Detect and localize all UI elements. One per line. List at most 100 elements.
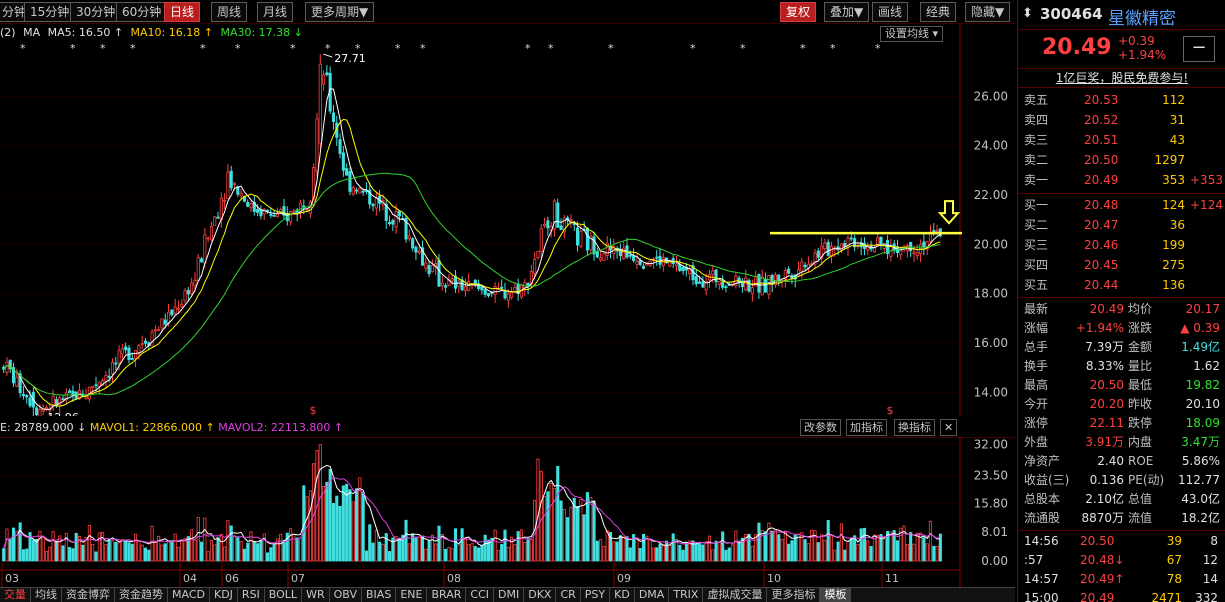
add-indicator-button[interactable]: 加指标 (846, 419, 887, 436)
candle-body (21, 393, 25, 397)
overlay-button[interactable]: 叠加▼ (824, 2, 870, 22)
indicator-tab[interactable]: 均线 (31, 588, 62, 602)
volume-bar (427, 540, 431, 562)
volume-bar (143, 547, 148, 562)
candle-body (879, 236, 883, 246)
quote-stat-cell: +1.94% (1075, 321, 1124, 335)
indicator-tab[interactable]: BOLL (265, 588, 303, 602)
order-book-row[interactable]: 买五 20.44 136 (1018, 276, 1225, 295)
volume-bar (219, 533, 223, 562)
volume-bar (457, 544, 461, 562)
volume-bar (569, 506, 573, 562)
indicator-tab[interactable]: 交量 (0, 588, 31, 602)
volume-bar (698, 542, 702, 562)
adjust-button[interactable]: 复权 (780, 2, 817, 22)
indicator-tab[interactable]: 更多指标 (767, 588, 821, 602)
quote-stat-cell: 8870万 (1081, 511, 1124, 525)
volume-bar (655, 547, 659, 562)
indicator-tab[interactable]: 资金趋势 (115, 588, 168, 602)
indicator-tab[interactable]: CR (556, 588, 581, 602)
period-60min-button[interactable]: 60分钟 (116, 2, 168, 22)
order-book-row[interactable]: 卖一 20.49 353 +353 (1018, 171, 1225, 190)
indicator-tab[interactable]: ENE (396, 588, 428, 602)
volume-bar (150, 525, 154, 562)
indicator-tab[interactable]: BRAR (427, 588, 467, 602)
order-book-row[interactable]: 买二 20.47 36 (1018, 216, 1225, 235)
indicator-tab[interactable]: DMA (635, 588, 670, 602)
volume-bar (381, 543, 385, 562)
period-daily-button[interactable]: 日线 (164, 2, 201, 22)
candle-body (5, 361, 9, 373)
indicator-tab[interactable]: MACD (168, 588, 210, 602)
indicator-tab[interactable]: CCI (466, 588, 494, 602)
candle-body (407, 235, 411, 240)
draw-line-button[interactable]: 画线 (872, 2, 909, 22)
volume-bar (694, 543, 698, 562)
collapse-button[interactable]: − (1183, 36, 1215, 62)
candle-body (269, 213, 273, 216)
indicator-tab[interactable]: RSI (238, 588, 265, 602)
indicator-tab[interactable]: DKX (524, 588, 557, 602)
volume-bar (496, 550, 500, 562)
period-30min-button[interactable]: 30分钟 (70, 2, 122, 22)
indicator-tab[interactable]: WR (302, 588, 330, 602)
volume-bar (229, 525, 233, 562)
indicator-tab[interactable]: 资金博弈 (62, 588, 115, 602)
volume-bar (506, 546, 510, 562)
indicator-tab[interactable]: KD (610, 588, 635, 602)
volume-bar (170, 540, 174, 562)
quote-stat-cell: 换手 (1024, 359, 1049, 373)
hide-button[interactable]: 隐藏▼ (965, 2, 1011, 22)
volume-bar (397, 537, 401, 562)
period-monthly-button[interactable]: 月线 (257, 2, 294, 22)
candle-body (28, 397, 32, 407)
tick-cell: 20.49↑ (1080, 572, 1125, 586)
volume-bar (668, 545, 672, 562)
volume-bar (167, 539, 171, 562)
period-15min-button[interactable]: 15分钟 (24, 2, 76, 22)
order-book-row[interactable]: 买三 20.46 199 (1018, 236, 1225, 255)
change-params-button[interactable]: 改参数 (800, 419, 841, 436)
tick-cell: 332 (1195, 591, 1218, 602)
indicator-tab[interactable]: TRIX (669, 588, 704, 602)
switch-indicator-button[interactable]: 换指标 (894, 419, 935, 436)
candle-body (275, 213, 279, 218)
candle-body (833, 248, 837, 251)
order-book-row[interactable]: 买一 20.48 124 +124 (1018, 196, 1225, 215)
volume-bar (236, 536, 240, 562)
volume-bar (282, 539, 286, 562)
volume-bar (87, 525, 91, 562)
candle-body (173, 306, 177, 314)
volume-bar (803, 539, 807, 562)
indicator-tab[interactable]: DMI (494, 588, 525, 602)
classic-button[interactable]: 经典 (920, 2, 957, 22)
candle-body (411, 238, 415, 249)
price-tick-label: 18.00 (974, 287, 1008, 301)
volume-bar (444, 548, 448, 562)
last-price: 20.49 (1042, 35, 1112, 60)
order-book-row[interactable]: 卖三 20.51 43 (1018, 131, 1225, 150)
indicator-tab[interactable]: KDJ (210, 588, 238, 602)
candle-body (387, 221, 392, 225)
period-more-button[interactable]: 更多周期▼ (305, 2, 375, 22)
indicator-tab[interactable]: 虚拟成交量 (703, 588, 768, 602)
order-book-row[interactable]: 卖四 20.52 31 (1018, 111, 1225, 130)
x-axis-label: 11 (885, 572, 899, 585)
indicator-tab[interactable]: 模板 (820, 588, 852, 602)
order-book-row[interactable]: 卖五 20.53 112 (1018, 91, 1225, 110)
menu-arrow-icon[interactable]: ⬍ (1022, 6, 1033, 21)
price-chart[interactable]: 26.00 24.00 22.00 20.00 18.00 16.00 14.00 27.71… (0, 24, 1015, 416)
period-weekly-button[interactable]: 周线 (211, 2, 248, 22)
promo-link[interactable]: 1亿巨奖，股民免费参与! (1018, 68, 1225, 88)
order-book-cell: 36 (1169, 218, 1185, 232)
indicator-tab[interactable]: BIAS (362, 588, 397, 602)
order-book-row[interactable]: 卖二 20.50 1297 (1018, 151, 1225, 170)
x-axis-label: 03 (5, 572, 19, 585)
volume-bar (595, 540, 599, 562)
volume-chart[interactable]: 32.00 23.50 15.80 8.01 0.00 03 04 06 07 08 09 10 11 (0, 437, 1015, 587)
close-indicator-icon[interactable]: ✕ (940, 419, 958, 436)
order-book-row[interactable]: 买四 20.45 275 (1018, 256, 1225, 275)
indicator-tab[interactable]: OBV (330, 588, 363, 602)
indicator-tab[interactable]: PSY (581, 588, 611, 602)
candle-body (190, 282, 194, 295)
